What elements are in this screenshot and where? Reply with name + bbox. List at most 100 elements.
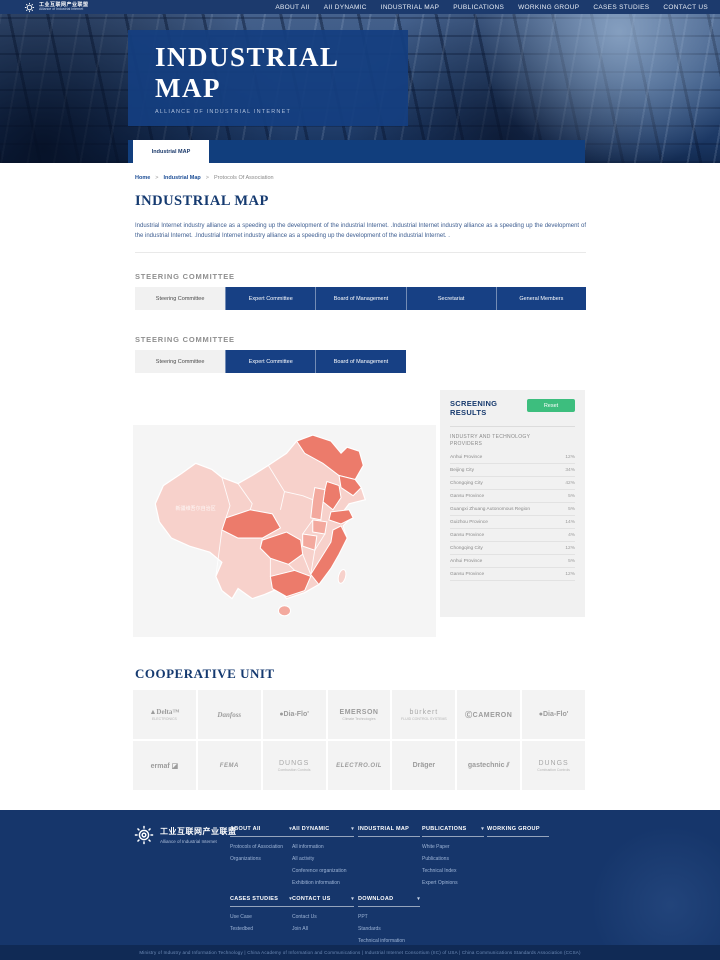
screening-row[interactable]: Guangxi Zhuang Autonomous Region 5% (450, 503, 575, 516)
province-taiwan[interactable] (337, 569, 347, 584)
header-logo[interactable]: 工业互联网产业联盟 Alliance of Industrial Interne… (24, 2, 89, 13)
nav-item-publications[interactable]: PUBLICATIONS (453, 4, 504, 11)
partner-logo-text: ELECTRO.OIL (336, 763, 382, 769)
partner-logo-dungs-2[interactable]: DUNGSCombustion Controls (522, 741, 585, 790)
footer-link[interactable]: Testedbed (230, 926, 292, 932)
china-choropleth-map[interactable]: 新疆维吾尔自治区 (133, 425, 436, 637)
footer-link[interactable]: Use Case (230, 914, 292, 920)
section-heading: STEERING COMMITTEE (135, 272, 586, 281)
partner-logo-delta[interactable]: ▲Delta™ELECTRONICS (133, 690, 196, 739)
breadcrumb-separator: > (155, 175, 158, 181)
footer-column-title-text: DOWNLOAD (358, 896, 393, 902)
footer-link[interactable]: PPT (358, 914, 420, 920)
chevron-down-icon: ▾ (417, 896, 420, 902)
screening-results-panel: SCREENING RESULTS Reset INDUSTRY AND TEC… (440, 390, 585, 617)
screening-row-name: Anhui Province (450, 455, 482, 460)
footer-link[interactable]: Publications (422, 856, 484, 862)
province-henan[interactable] (313, 520, 327, 534)
tab-expert-committee[interactable]: Expert Committee (225, 350, 315, 373)
footer-link[interactable]: White Paper (422, 844, 484, 850)
footer-link[interactable]: Protocols of Association (230, 844, 292, 850)
nav-item-contact-us[interactable]: CONTACT US (663, 4, 708, 11)
footer-link[interactable]: Exhibition information (292, 880, 354, 886)
footer-link[interactable]: Technical Index (422, 868, 484, 874)
footer-link[interactable]: Contact Us (292, 914, 354, 920)
screening-row-value: 5% (568, 507, 575, 512)
screening-row-value: 12% (565, 572, 575, 577)
tab-general-members[interactable]: General Members (496, 287, 586, 310)
screening-row[interactable]: Gansu Province4% (450, 529, 575, 542)
province-hainan[interactable] (278, 606, 290, 616)
partner-logo-drager[interactable]: Dräger (392, 741, 455, 790)
partner-logo-emerson[interactable]: EMERSONClimate Technologies (328, 690, 391, 739)
screening-row[interactable]: Anhui Province 12% (450, 451, 575, 464)
footer-column-title[interactable]: INDUSTRIAL MAP (358, 826, 420, 837)
footer-link[interactable]: Conference organization (292, 868, 354, 874)
footer-column-title[interactable]: CONTACT US▾ (292, 896, 354, 907)
tab-steering-committee[interactable]: Steering Committee (135, 287, 225, 310)
tab-steering-committee[interactable]: Steering Committee (135, 350, 225, 373)
partner-logo-text: ermaf ◪ (151, 762, 179, 770)
partner-logo-burkert[interactable]: bürkertFLUID CONTROL SYSTEMS (392, 690, 455, 739)
footer-logo[interactable]: 工业互联网产业联盟 Alliance of Industrial Interne… (133, 824, 237, 846)
nav-item-working-group[interactable]: WORKING GROUP (518, 4, 579, 11)
nav-item-cases-studies[interactable]: CASES STUDIES (593, 4, 649, 11)
screening-row[interactable]: Gansu Province5% (450, 490, 575, 503)
tab-board-of-management[interactable]: Board of Management (315, 350, 405, 373)
screening-row-name: Guangxi Zhuang Autonomous Region (450, 507, 530, 512)
partner-logo-ermaf[interactable]: ermaf ◪ (133, 741, 196, 790)
screening-row-name: Chongqing City (450, 481, 483, 486)
footer-column-title-text: CONTACT US (292, 896, 331, 902)
partner-logo-subtext: Combustion Controls (278, 768, 311, 772)
footer-column-title[interactable]: WORKING GROUP (487, 826, 549, 837)
footer-column-title[interactable]: CASES STUDIES▾ (230, 896, 292, 907)
partner-logo-gastechnic[interactable]: gastechnic ⫽ (457, 741, 520, 790)
footer-column-title[interactable]: AII DYNAMIC▾ (292, 826, 354, 837)
legal-bar: Ministry of Industry and Information Tec… (0, 945, 720, 960)
footer-column-title[interactable]: ABOUT AII▾ (230, 826, 292, 837)
footer-link[interactable]: Standards (358, 926, 420, 932)
screening-row[interactable]: Gansu Province12% (450, 568, 575, 581)
partner-logo-fema[interactable]: FEMA (198, 741, 261, 790)
footer-link[interactable]: All activity (292, 856, 354, 862)
breadcrumb-home[interactable]: Home (135, 175, 150, 181)
footer-link[interactable]: Technical information (358, 938, 420, 944)
reset-button[interactable]: Reset (527, 399, 575, 412)
nav-item-about-aii[interactable]: ABOUT AII (275, 4, 309, 11)
partner-logo-dia-flo-2[interactable]: ●Dia-Flo' (522, 690, 585, 739)
screening-row[interactable]: Chongqing City12% (450, 542, 575, 555)
screening-row[interactable]: Anhui Province5% (450, 555, 575, 568)
footer-link[interactable]: Expert Opinions (422, 880, 484, 886)
partner-logo-cameron[interactable]: ⒸCAMERON (457, 690, 520, 739)
footer-link[interactable]: All information (292, 844, 354, 850)
nav-item-industrial-map[interactable]: INDUSTRIAL MAP (381, 4, 440, 11)
china-map-panel[interactable]: 新疆维吾尔自治区 (133, 425, 436, 637)
screening-row-value: 12% (565, 455, 575, 460)
tab-industrial-map[interactable]: Industrial MAP (133, 140, 209, 163)
footer-link[interactable]: Organizations (230, 856, 292, 862)
partner-logo-danfoss[interactable]: Danfoss (198, 690, 261, 739)
partner-logo-subtext: ELECTRONICS (152, 717, 177, 721)
footer-column-title[interactable]: DOWNLOAD ▾ (358, 896, 420, 907)
screening-row[interactable]: Chongqing City42% (450, 477, 575, 490)
partner-logo-electro-oil[interactable]: ELECTRO.OIL (328, 741, 391, 790)
partner-logo-text: ●Dia-Flo' (279, 711, 309, 718)
footer-column-title[interactable]: PUBLICATIONS▾ (422, 826, 484, 837)
screening-row[interactable]: Beijing City34% (450, 464, 575, 477)
breadcrumb-industrial-map[interactable]: Industrial Map (164, 175, 201, 181)
partner-logo-dia-flo[interactable]: ●Dia-Flo' (263, 690, 326, 739)
tab-expert-committee[interactable]: Expert Committee (225, 287, 315, 310)
cooperative-unit-title: COOPERATIVE UNIT (135, 666, 275, 682)
tab-board-of-management[interactable]: Board of Management (315, 287, 405, 310)
partner-logo-text: ⒸCAMERON (465, 710, 512, 720)
screening-row[interactable]: Guizhou Province14% (450, 516, 575, 529)
screening-row-value: 14% (565, 520, 575, 525)
partner-logo-dungs[interactable]: DUNGSCombustion Controls (263, 741, 326, 790)
nav-item-aii-dynamic[interactable]: AII DYNAMIC (324, 4, 367, 11)
footer-column-download: DOWNLOAD ▾ PPT Standards Technical informati… (358, 896, 420, 944)
tab-secretariat[interactable]: Secretariat (406, 287, 496, 310)
screening-row-value: 5% (568, 494, 575, 499)
footer-link[interactable]: Join AII (292, 926, 354, 932)
footer-column-title-text: AII DYNAMIC (292, 826, 330, 832)
footer-link-list: Protocols of Association Organizations (230, 844, 292, 862)
